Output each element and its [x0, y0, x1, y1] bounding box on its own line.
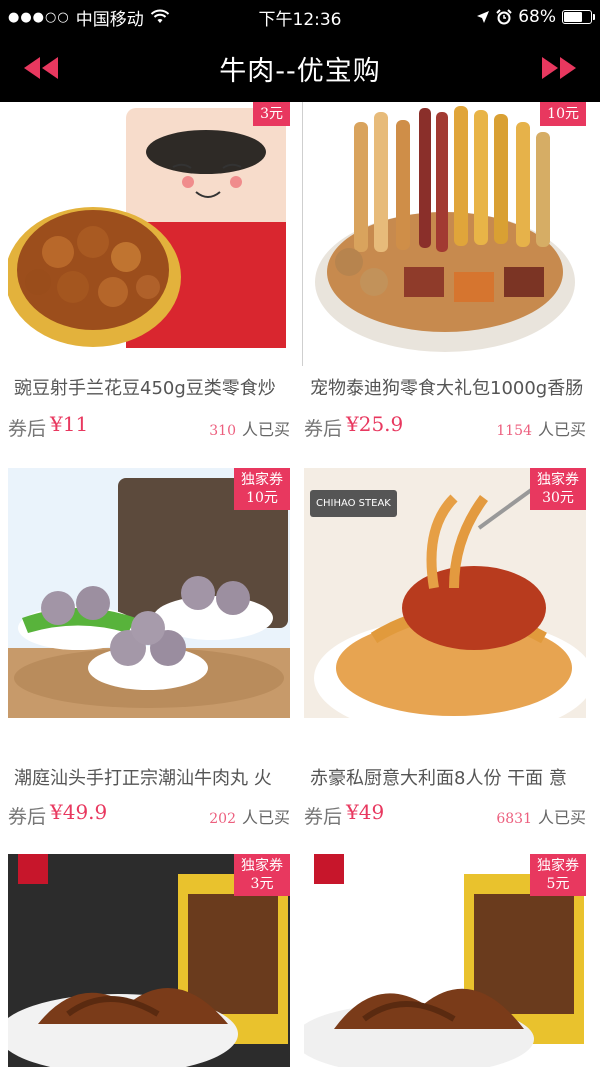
page-title: 牛肉--优宝购	[219, 55, 381, 87]
double-right-arrow-icon[interactable]	[538, 56, 578, 80]
sold-number: 202	[209, 811, 236, 827]
sold-number: 310	[209, 423, 236, 439]
product-card[interactable]: 3元 豌豆射手兰花豆450g豆类零食炒 券后 ¥11 310 人已买	[0, 102, 296, 468]
product-price: ¥49	[346, 800, 385, 824]
product-title[interactable]: 潮庭汕头手打正宗潮汕牛肉丸 火	[14, 764, 290, 790]
coupon-amount: 3元	[260, 106, 283, 122]
alarm-icon	[496, 9, 512, 25]
battery-level-fill	[564, 12, 582, 22]
sold-count: 6831 人已买	[496, 804, 586, 828]
coupon-amount: 3元	[250, 876, 274, 892]
price-row: 券后 ¥11 310 人已买	[8, 412, 290, 442]
product-price: ¥11	[50, 412, 89, 436]
sold-text: 人已买	[241, 808, 290, 827]
coupon-type: 独家券	[537, 858, 579, 874]
price-label: 券后	[304, 418, 343, 440]
product-card[interactable]: 独家券 5元	[296, 854, 592, 1067]
price-row: 券后 ¥25.9 1154 人已买	[304, 412, 586, 442]
sold-number: 6831	[496, 811, 532, 827]
product-card[interactable]: 10元 宠物泰迪狗零食大礼包1000g香肠 券后 ¥25.9 1154 人已买	[296, 102, 592, 468]
product-title[interactable]: 豌豆射手兰花豆450g豆类零食炒	[14, 374, 290, 400]
coupon-type: 独家券	[537, 472, 579, 488]
coupon-amount: 10元	[547, 106, 579, 122]
coupon-badge: 3元	[253, 102, 290, 126]
coupon-badge: 独家券 30元	[530, 468, 586, 510]
coupon-badge: 10元	[540, 102, 586, 126]
sold-count: 310 人已买	[209, 416, 290, 440]
coupon-type: 独家券	[241, 858, 283, 874]
location-arrow-icon	[477, 11, 490, 23]
product-card[interactable]: 独家券 10元 潮庭汕头手打正宗潮汕牛肉丸 火 券后 ¥49.9 202 人已买	[0, 468, 296, 834]
coupon-badge: 独家券 3元	[234, 854, 290, 896]
coupon-amount: 30元	[542, 490, 574, 506]
double-left-arrow-icon[interactable]	[22, 56, 62, 80]
carrier-name: 中国移动	[75, 9, 144, 30]
brand-text: CHIHAO STEAK	[316, 498, 391, 509]
product-image[interactable]	[8, 102, 290, 352]
product-price: ¥49.9	[50, 800, 108, 824]
coupon-badge: 独家券 5元	[530, 854, 586, 896]
sold-text: 人已买	[537, 808, 586, 827]
product-image[interactable]	[304, 102, 586, 352]
sold-text: 人已买	[537, 420, 586, 439]
battery-icon	[562, 10, 595, 24]
sold-number: 1154	[496, 423, 532, 439]
status-bar: ●●●○○ 中国移动 下午12:36 68%	[0, 0, 600, 34]
sold-count: 202 人已买	[209, 804, 290, 828]
product-card[interactable]: 独家券 3元	[0, 854, 296, 1067]
price-row: 券后 ¥49 6831 人已买	[304, 800, 586, 830]
sold-count: 1154 人已买	[496, 416, 586, 440]
price-label: 券后	[304, 806, 343, 828]
coupon-type: 独家券	[241, 472, 283, 488]
coupon-badge: 独家券 10元	[234, 468, 290, 510]
signal-strength-icon: ●●●○○	[8, 9, 70, 25]
coupon-amount: 5元	[546, 876, 570, 892]
product-title[interactable]: 宠物泰迪狗零食大礼包1000g香肠	[310, 374, 586, 400]
price-label: 券后	[8, 418, 47, 440]
wifi-icon	[150, 9, 169, 23]
battery-percent: 68%	[518, 7, 556, 27]
product-price: ¥25.9	[346, 412, 404, 436]
coupon-amount: 10元	[246, 490, 278, 506]
navigation-bar: 牛肉--优宝购	[0, 34, 600, 102]
price-label: 券后	[8, 806, 47, 828]
product-card[interactable]: 独家券 30元 CHIHAO STEAK 赤豪私厨意大利面8人份 干面 意 券后…	[296, 468, 592, 834]
product-title[interactable]: 赤豪私厨意大利面8人份 干面 意	[310, 764, 586, 790]
brand-logo: CHIHAO STEAK	[310, 490, 397, 517]
sold-text: 人已买	[241, 420, 290, 439]
price-row: 券后 ¥49.9 202 人已买	[8, 800, 290, 830]
